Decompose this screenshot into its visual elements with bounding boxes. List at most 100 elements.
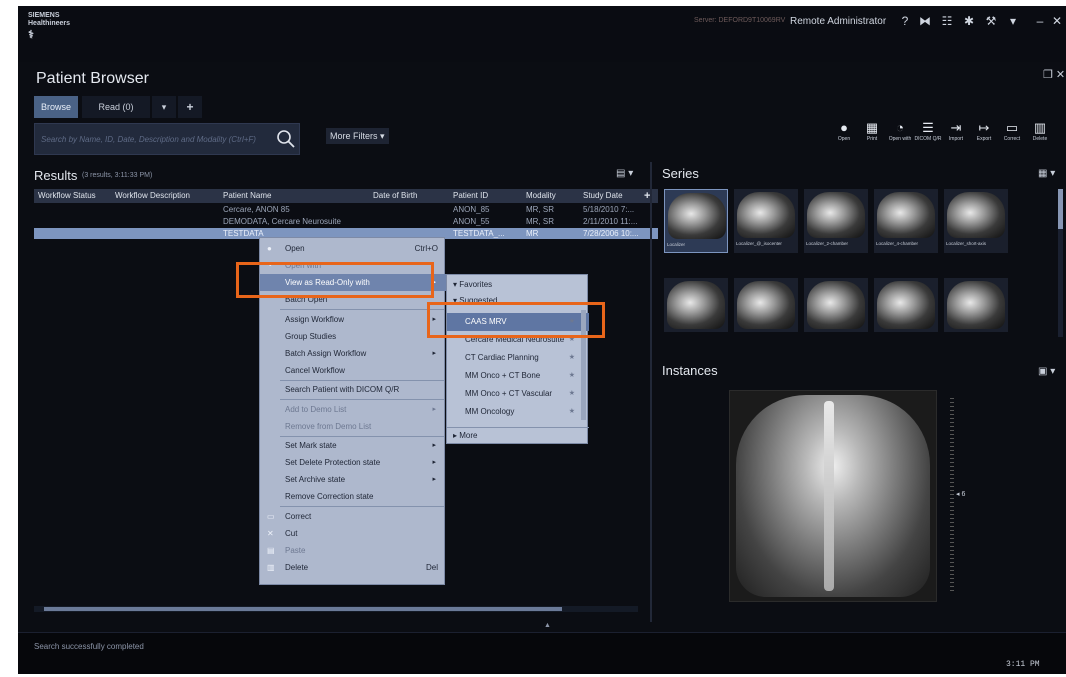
dicom-qr-button[interactable]: ☰ DICOM Q/R [914,120,942,152]
series-thumbnail[interactable] [734,278,798,332]
tools-icon[interactable]: ⚒ [984,14,998,28]
series-thumbnail[interactable] [804,278,868,332]
screen-layout-icon[interactable]: ⧓ [918,14,932,28]
favorites-group[interactable]: ▾ Favorites [447,277,589,293]
more-filters-button[interactable]: More Filters ▾ [326,128,389,144]
scroll-thumb[interactable] [44,607,562,611]
series-thumbnail[interactable]: Localizer_short-axis [944,189,1008,253]
study-date-cell: 7/28/2006 10:... [583,229,639,238]
menu-item-delete[interactable]: ▥ Delete Del [260,559,446,576]
delete-button[interactable]: ▥ Delete [1026,120,1054,152]
menu-item-open[interactable]: ● Open Ctrl+O [260,240,446,257]
app-mm-onco-ct-vascular[interactable]: MM Onco + CT Vascular ★ [447,385,589,403]
series-thumbnail[interactable] [874,278,938,332]
menu-item-batch-assign-workflow[interactable]: Batch Assign Workflow ▸ [260,345,446,362]
add-tab-button[interactable]: + [178,96,202,118]
import-button[interactable]: ⇥ Import [942,120,970,152]
menu-item-remove-correction[interactable]: Remove Correction state [260,488,446,505]
tab-dropdown[interactable]: ▾ [152,96,176,118]
slice-marker: ◂ 6 [956,491,966,498]
series-thumbnail[interactable] [944,278,1008,332]
mri-image[interactable] [729,390,937,602]
tab-read[interactable]: Read (0) [82,96,150,118]
tab-browse[interactable]: Browse [34,96,78,118]
search-input[interactable]: Search by Name, ID, Date, Description an… [41,135,256,144]
search-icon[interactable] [275,128,297,150]
series-scroll-thumb[interactable] [1058,189,1063,229]
print-button[interactable]: ▦ Print [858,120,886,152]
submenu-arrow-icon: ▸ [432,476,436,483]
brand-line-1: SIEMENS [28,12,60,19]
series-thumbnail[interactable]: Localizer_@_isocenter [734,189,798,253]
results-layout-icon[interactable]: ▤ ▾ [616,168,633,179]
slice-ruler[interactable] [950,398,954,594]
panel-splitter[interactable] [650,162,652,622]
menu-item-set-archive-state[interactable]: Set Archive state ▸ [260,471,446,488]
series-thumbnail[interactable]: Localizer [664,189,728,253]
network-icon[interactable]: ☷ [940,14,954,28]
minimize-icon[interactable]: – [1033,14,1047,28]
menu-item-assign-workflow[interactable]: Assign Workflow ▸ [260,311,446,328]
instances-layout-icon[interactable]: ▣ ▾ [1038,366,1055,377]
series-thumbnail[interactable]: Localizer_2-chamber [804,189,868,253]
server-label: Server: DEFORD9T10069RV [694,17,786,24]
star-icon[interactable]: ★ [569,349,575,367]
menu-item-search-dicom[interactable]: Search Patient with DICOM Q/R [260,381,446,398]
menu-item-set-delete-protection[interactable]: Set Delete Protection state ▸ [260,454,446,471]
menu-item-add-demo-list[interactable]: Add to Demo List ▸ [260,401,446,418]
detach-icon[interactable]: ❐ ✕ [1043,68,1065,81]
menu-item-paste[interactable]: ▤ Paste [260,542,446,559]
col-modality[interactable]: Modality [522,189,572,203]
settings-icon[interactable]: ✱ [962,14,976,28]
series-thumbnail[interactable]: Localizer_4-chamber [874,189,938,253]
open-button[interactable]: ● Open [830,120,858,152]
menu-item-group-studies[interactable]: Group Studies [260,328,446,345]
star-icon[interactable]: ★ [569,403,575,421]
app-mm-oncology[interactable]: MM Oncology ★ [447,403,589,421]
open-label: Open [837,136,851,142]
slice-number: 6 [961,491,966,498]
add-column-icon[interactable]: + [640,189,656,203]
correct-button[interactable]: ▭ Correct [998,120,1026,152]
menu-item-cancel-workflow[interactable]: Cancel Workflow [260,362,446,379]
view-read-only-submenu: ▾ Favorites ▾ Suggested CAAS MRV ★ Cercar… [446,274,589,444]
series-label: Localizer [667,242,686,247]
clock: 3:11 PM [1006,660,1040,669]
study-date-cell: 5/18/2010 7:... [583,205,635,214]
user-name[interactable]: Remote Administrator [790,16,886,27]
expand-panel-icon[interactable]: ▲ [544,622,551,629]
search-box[interactable]: Search by Name, ID, Date, Description an… [34,123,300,155]
col-date-of-birth[interactable]: Date of Birth [369,189,447,203]
col-patient-id[interactable]: Patient ID [449,189,509,203]
modality-cell: MR, SR [526,205,554,214]
col-workflow-description[interactable]: Workflow Description [111,189,211,203]
results-title: Results [34,168,78,183]
star-icon[interactable]: ★ [569,385,575,403]
series-image [807,281,865,329]
table-row[interactable]: Cercare, ANON 85 ANON_85 MR, SR 5/18/201… [34,204,658,215]
col-patient-name[interactable]: Patient Name [219,189,359,203]
col-workflow-status[interactable]: Workflow Status [34,189,106,203]
app-ct-cardiac-planning[interactable]: CT Cardiac Planning ★ [447,349,589,367]
open-with-button[interactable]: ◔ Open with [886,120,914,152]
submenu-arrow-icon: ▸ [432,406,436,413]
menu-item-remove-demo-list[interactable]: Remove from Demo List [260,418,446,435]
series-layout-icon[interactable]: ▦ ▾ [1038,168,1055,179]
brand-line-2: Healthineers [28,20,71,27]
series-image [947,281,1005,329]
series-thumbnail[interactable] [664,278,728,332]
close-icon[interactable]: ✕ [1050,14,1064,28]
correct-label: Correct [1003,136,1021,142]
table-row[interactable]: DEMODATA, Cercare Neurosuite ANON_55 MR,… [34,216,658,227]
col-study-date[interactable]: Study Date [579,189,639,203]
star-icon[interactable]: ★ [569,367,575,385]
more-group[interactable]: ▸ More [447,427,589,443]
cart-icon[interactable]: ▾ [1006,14,1020,28]
app-mm-onco-ct-bone[interactable]: MM Onco + CT Bone ★ [447,367,589,385]
menu-item-cut[interactable]: ✕ Cut [260,525,446,542]
menu-item-set-mark-state[interactable]: Set Mark state ▸ [260,437,446,454]
export-button[interactable]: ↦ Export [970,120,998,152]
print-label: Print [866,136,878,142]
menu-item-correct[interactable]: ▭ Correct [260,508,446,525]
help-icon[interactable]: ? [898,14,912,28]
